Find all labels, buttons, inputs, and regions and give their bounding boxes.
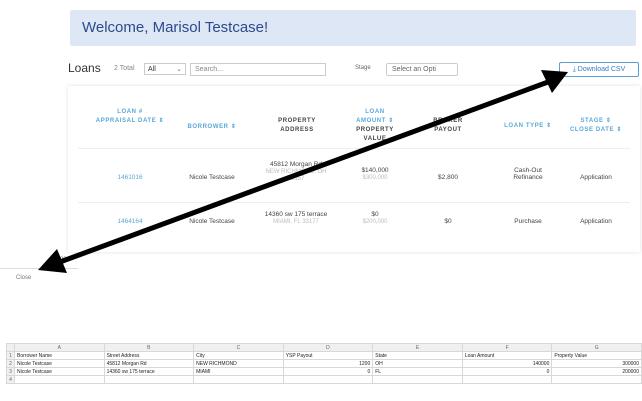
table-row: 4 [6,375,642,384]
double-arrow-annotation [38,70,568,273]
spreadsheet-header-row: 1 Borrower Name Street Address City YSP … [6,351,642,360]
table-row: 3 Nicole Testcase 14360 sw 175 terrace M… [6,367,642,376]
spreadsheet-column-letters: A B C D E F G [6,343,642,352]
spreadsheet: A B C D E F G 1 Borrower Name Street Add… [6,343,642,388]
table-row: 2 Nicole Testcase 45812 Morgan Rd NEW RI… [6,359,642,368]
arrow-line [59,79,549,265]
